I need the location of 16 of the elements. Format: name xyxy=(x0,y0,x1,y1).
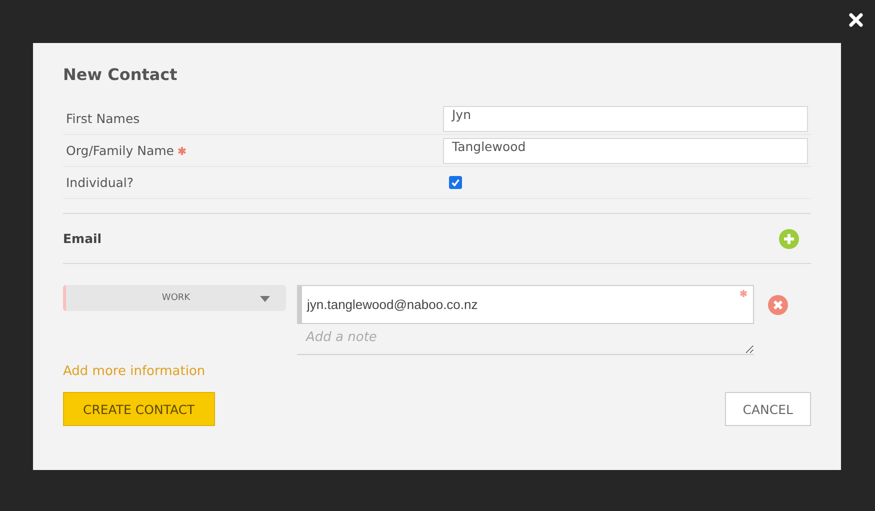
type-dropdown[interactable]: WORK xyxy=(63,285,286,311)
cancel-button[interactable]: CANCEL xyxy=(724,392,811,426)
dialog-title: New Contact xyxy=(63,65,178,86)
caret-icon xyxy=(260,296,270,302)
checkbox[interactable] xyxy=(449,176,462,189)
text-field[interactable]: Tanglewood xyxy=(443,138,808,164)
remove-icon[interactable] xyxy=(768,295,788,315)
close-icon[interactable] xyxy=(848,12,864,28)
field-label: Org/Family Name xyxy=(66,143,174,158)
email-field[interactable]: jyn.tanglewood@naboo.co.nz xyxy=(297,285,754,324)
create-button[interactable]: CREATE CONTACT xyxy=(63,392,215,426)
field-label: Individual? xyxy=(66,175,134,190)
section-title: Email xyxy=(63,231,102,246)
text-field[interactable]: Jyn xyxy=(443,106,808,132)
field-label: First Names xyxy=(66,111,140,126)
note-field[interactable]: Add a note xyxy=(297,324,754,355)
